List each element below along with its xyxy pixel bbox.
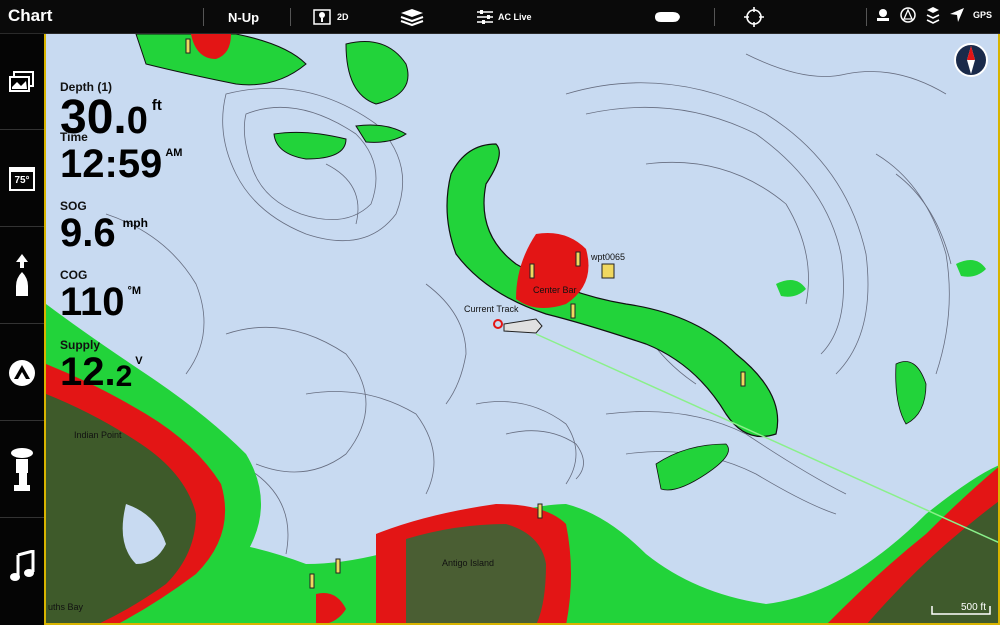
top-bar: Chart N-Up 2D AC Live GPS (0, 0, 1000, 34)
music-icon (10, 550, 35, 581)
chart-source-icon (899, 6, 917, 24)
cog-readout: COG 110 °M (60, 268, 141, 322)
layers-button[interactable] (398, 4, 426, 30)
sonar-icon (925, 6, 941, 24)
crosshair-icon (744, 7, 764, 27)
divider (714, 8, 715, 26)
music-button[interactable] (0, 519, 44, 615)
app-title: Chart (8, 6, 53, 25)
supply-decimal: 2 (115, 360, 133, 393)
view-mode-label: 2D (337, 12, 349, 22)
antigo-island-label: Antigo Island (442, 558, 495, 568)
time-value: 12:59 AM (60, 144, 182, 184)
time-main: 12:59 (60, 142, 163, 186)
supply-main: 12. (60, 350, 116, 394)
navigation-arrow-icon (949, 7, 965, 23)
views-button[interactable] (0, 34, 44, 130)
compass-icon[interactable] (954, 43, 988, 77)
track-marker (493, 319, 503, 329)
temperature-icon: 75° (9, 166, 35, 191)
chart-map[interactable]: Depth (1) 30. 0 ft Time 12:59 AM SOG 9.6… (44, 34, 1000, 625)
trolling-motor-icon (11, 447, 33, 491)
sog-readout: SOG 9.6 mph (60, 199, 148, 253)
map-pin-icon (313, 9, 331, 25)
ac-live-button[interactable]: AC Live (475, 4, 532, 30)
boat-icon (503, 318, 543, 334)
supply-unit: V (135, 355, 143, 367)
trolling-motor-button[interactable] (0, 422, 44, 518)
sog-main: 9.6 (60, 211, 116, 255)
divider (866, 8, 867, 26)
autochart-button[interactable] (0, 325, 44, 421)
center-bar-label: Center Bar (533, 285, 577, 295)
status-icons: GPS (875, 6, 992, 24)
sog-unit: mph (122, 216, 148, 230)
cog-main: 110 (60, 280, 125, 324)
sog-value: 9.6 mph (60, 213, 148, 253)
time-readout: Time 12:59 AM (60, 130, 182, 184)
supply-value: 12. 2 V (60, 352, 143, 392)
heading-line (535, 333, 998, 544)
ac-live-label: AC Live (498, 12, 532, 22)
boat-icon (655, 12, 680, 22)
divider (290, 8, 291, 26)
scale-label: 500 ft (960, 602, 986, 613)
cog-unit: °M (127, 285, 142, 297)
cog-value: 110 °M (60, 282, 141, 322)
gps-icon: GPS (972, 10, 992, 20)
sliders-icon (477, 10, 493, 24)
current-track-label: Current Track (464, 304, 519, 314)
time-unit: AM (165, 147, 183, 159)
views-icon (9, 70, 34, 92)
supply-readout: Supply 12. 2 V (60, 338, 143, 392)
navigation-button[interactable] (0, 228, 44, 324)
view-mode-button[interactable]: 2D (312, 4, 349, 30)
divider (203, 8, 204, 26)
temperature-button[interactable]: 75° (0, 131, 44, 227)
indian-point-label: Indian Point (74, 430, 122, 440)
layers-icon (400, 9, 424, 27)
cursor-button[interactable] (744, 4, 764, 30)
chart-canvas (46, 34, 998, 623)
orientation-button[interactable]: N-Up (228, 4, 259, 30)
autochart-icon (9, 359, 35, 386)
depth-unit: ft (151, 97, 162, 114)
navigation-icon (16, 253, 28, 296)
souths-bay-label: uths Bay (48, 602, 84, 612)
waypoint-label: wpt0065 (591, 252, 626, 262)
vessel-button[interactable] (653, 4, 681, 30)
left-toolbar: 75° (0, 34, 44, 625)
orientation-label: N-Up (228, 9, 260, 25)
autopilot-icon (875, 7, 891, 23)
